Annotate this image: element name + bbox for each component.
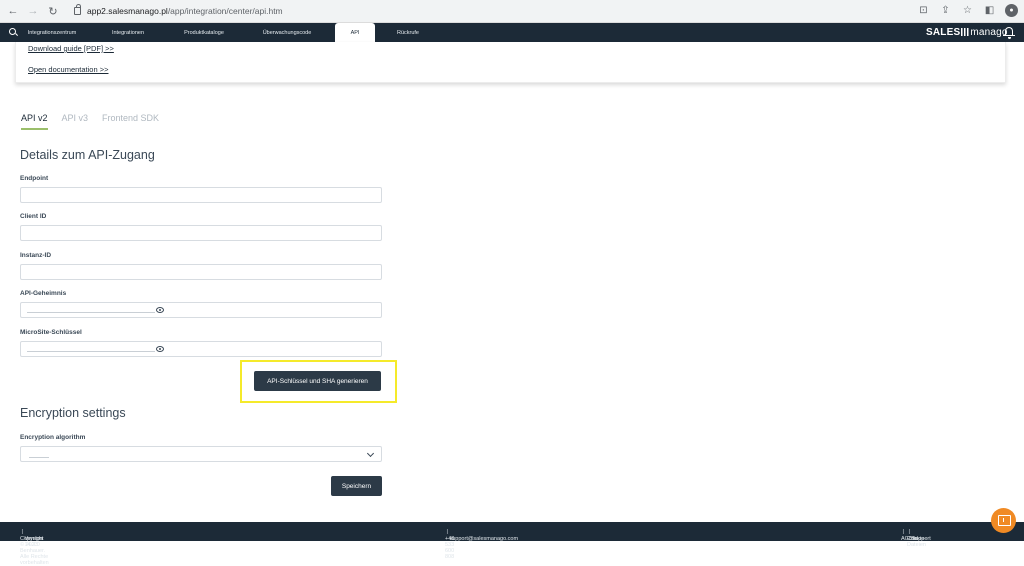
tab-api-v3[interactable]: API v3 (62, 113, 89, 130)
encryption-section-title: Encryption settings (20, 406, 126, 420)
endpoint-input[interactable] (20, 187, 382, 203)
encryption-algorithm-select[interactable] (20, 446, 382, 462)
instance-id-label: Instanz-ID (20, 252, 52, 259)
url-host: app2.salesmanago.pl (87, 6, 168, 16)
save-button[interactable]: Speichern (331, 476, 382, 496)
tab-integrationszentrum[interactable]: Integrationszentrum (24, 23, 80, 42)
tab-frontend-sdk[interactable]: Frontend SDK (102, 113, 159, 130)
tab-api-v2[interactable]: API v2 (21, 113, 48, 130)
search-icon[interactable] (9, 27, 19, 38)
support-link[interactable]: Support (912, 536, 931, 542)
forward-arrow-icon[interactable]: → (26, 4, 40, 18)
api-version-tabs: API v2 API v3 Frontend SDK (21, 113, 159, 130)
address-bar[interactable]: app2.salesmanago.pl/app/integration/cent… (74, 4, 283, 16)
star-icon[interactable]: ☆ (961, 4, 974, 17)
tab-integrationen[interactable]: Integrationen (107, 23, 149, 42)
copyright-text: Copyright © 2023 Benhauer. Alle Rechte v… (20, 529, 49, 566)
notification-bell-icon[interactable] (1003, 26, 1015, 39)
footer: Copyright © 2023 Benhauer. Alle Rechte v… (0, 522, 1024, 566)
chat-widget-icon[interactable] (991, 508, 1016, 533)
api-secret-input[interactable] (20, 302, 382, 318)
tab-rueckrufe[interactable]: Rückrufe (393, 23, 423, 42)
generate-api-key-button[interactable]: API-Schlüssel und SHA generieren (254, 371, 381, 391)
encryption-algorithm-label: Encryption algorithm (20, 434, 86, 441)
instance-id-input[interactable] (20, 264, 382, 280)
download-guide-link[interactable]: Download guide [PDF] >> (28, 44, 114, 53)
lock-icon (74, 4, 81, 15)
chevron-down-icon (366, 449, 375, 458)
browser-toolbar: ← → ↻ app2.salesmanago.pl/app/integratio… (0, 0, 1024, 23)
tab-ueberwachungscode[interactable]: Überwachungscode (258, 23, 316, 42)
version-text: Version 14.3.0 (24, 536, 43, 548)
documentation-card: Download guide [PDF] >> Open documentati… (15, 42, 1006, 83)
email-link[interactable]: support@salesmanago.com (450, 536, 519, 542)
footer-links: AGBhs | Cookie-Dateien | Support (901, 529, 931, 548)
masked-value (27, 312, 155, 313)
url-path: /app/integration/center/api.htm (167, 6, 283, 16)
tab-api[interactable]: API (335, 23, 375, 42)
microsite-key-input[interactable] (20, 341, 382, 357)
eye-icon[interactable] (156, 346, 164, 352)
details-section-title: Details zum API-Zugang (20, 148, 155, 162)
profile-avatar-icon[interactable]: ● (1005, 4, 1018, 17)
share-icon[interactable]: ⇪ (939, 4, 952, 17)
sidepanel-icon[interactable]: ◧ (983, 4, 996, 17)
open-documentation-link[interactable]: Open documentation >> (28, 65, 108, 74)
app-top-nav: Integrationszentrum Integrationen Produk… (0, 23, 1024, 42)
client-id-label: Client ID (20, 213, 47, 220)
client-id-input[interactable] (20, 225, 382, 241)
api-secret-label: API-Geheimnis (20, 290, 67, 297)
logo-text-sales: SALES (926, 27, 961, 38)
reload-icon[interactable]: ↻ (46, 4, 60, 18)
masked-value (27, 351, 155, 352)
phone-link[interactable]: +48 533 600 808 | support@salesmanago.co… (445, 529, 518, 560)
select-placeholder (29, 457, 49, 458)
eye-icon[interactable] (156, 307, 164, 313)
salesmanago-logo: SALES manago (926, 27, 1008, 38)
tab-produktkataloge[interactable]: Produktkataloge (181, 23, 227, 42)
back-arrow-icon[interactable]: ← (6, 4, 20, 18)
microsite-key-label: MicroSite-Schlüssel (20, 329, 82, 336)
translate-icon[interactable]: ⊡ (917, 4, 930, 17)
endpoint-label: Endpoint (20, 175, 49, 182)
